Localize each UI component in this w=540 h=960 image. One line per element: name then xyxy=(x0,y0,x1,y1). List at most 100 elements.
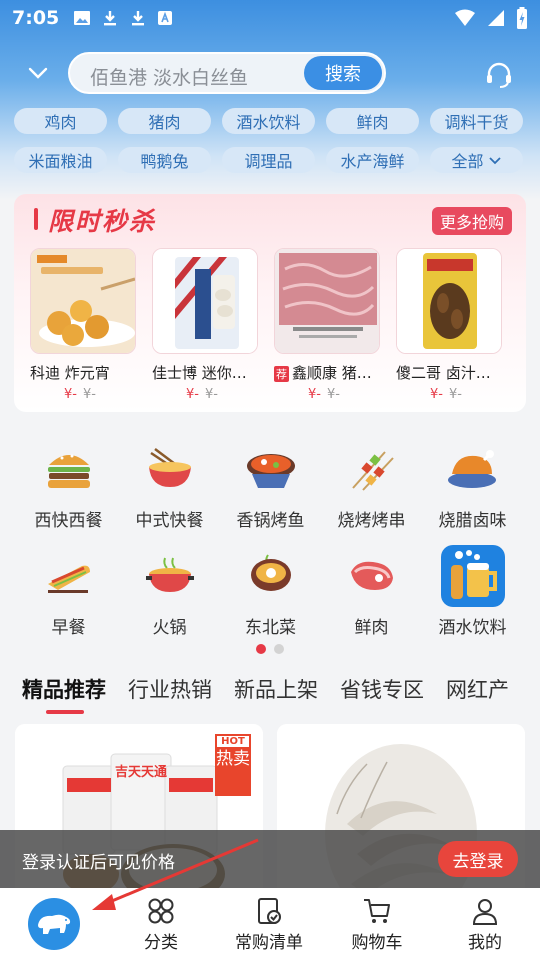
tab-recommended[interactable]: 精品推荐 xyxy=(22,674,106,714)
hot-sale-badge: HOT 热卖 xyxy=(215,734,251,796)
tab-industry-hot[interactable]: 行业热销 xyxy=(128,674,212,704)
category-label: 早餐 xyxy=(51,618,86,638)
search-row: 佰鱼港 淡水白丝鱼 搜索 xyxy=(0,52,540,94)
login-button[interactable]: 去登录 xyxy=(438,841,518,877)
page-indicator xyxy=(256,644,284,654)
product-old-price: ¥- xyxy=(82,387,96,402)
flash-product[interactable]: 科迪 炸元宵 ¥- ¥- xyxy=(30,248,136,402)
product-image-pork xyxy=(274,248,380,354)
tab-trending[interactable]: 网红产 xyxy=(446,674,509,704)
login-prompt-text: 登录认证后可见价格 xyxy=(22,853,175,873)
category-fresh-meat[interactable]: 鲜肉 xyxy=(321,545,422,638)
flash-product[interactable]: 傻二哥 卤汁… ¥- ¥- xyxy=(396,248,502,402)
polar-bear-icon xyxy=(38,914,71,934)
roast-chicken-icon xyxy=(447,450,496,488)
nav-cart[interactable]: 购物车 xyxy=(332,896,422,953)
product-old-price: ¥- xyxy=(204,387,218,402)
customer-service-icon[interactable] xyxy=(484,60,514,90)
flash-sale-section: 限时秒杀 更多抢购 科迪 炸元宵 ¥- ¥- 佳士博 迷你… ¥- ¥- 荐 鑫… xyxy=(14,194,526,412)
product-image-braised-snack xyxy=(396,248,502,354)
signal-icon xyxy=(488,10,504,26)
flash-product[interactable]: 佳士博 迷你… ¥- ¥- xyxy=(152,248,258,402)
chevron-down-icon[interactable] xyxy=(26,61,50,85)
chip-fresh-meat[interactable]: 鲜肉 xyxy=(326,108,419,134)
home-button[interactable] xyxy=(28,898,80,950)
product-old-price: ¥- xyxy=(326,387,340,402)
category-grid: 西快西餐 中式快餐 香锅烤鱼 烧烤烤串 烧腊卤味 早餐 火锅 东北菜 鲜肉 酒水… xyxy=(18,438,524,638)
category-western-fastfood[interactable]: 西快西餐 xyxy=(18,438,119,531)
chip-poultry[interactable]: 鸭鹅兔 xyxy=(118,147,211,173)
recommend-tag: 荐 xyxy=(274,365,289,382)
category-hotpot[interactable]: 火锅 xyxy=(119,545,220,638)
category-label: 鲜肉 xyxy=(354,618,389,638)
chip-all[interactable]: 全部 xyxy=(430,147,523,173)
category-roast-braised[interactable]: 烧腊卤味 xyxy=(422,438,523,531)
product-price: ¥- xyxy=(64,387,77,402)
category-bbq-skewers[interactable]: 烧烤烤串 xyxy=(321,438,422,531)
stew-pot-icon xyxy=(250,554,291,591)
wifi-icon xyxy=(455,9,475,26)
grid-category-icon xyxy=(148,898,174,924)
category-breakfast[interactable]: 早餐 xyxy=(18,545,119,638)
burger-icon xyxy=(47,454,90,488)
page-dot-active xyxy=(256,644,266,654)
category-label: 烧腊卤味 xyxy=(438,511,507,531)
category-label: 烧烤烤串 xyxy=(337,511,406,531)
chevron-down-icon xyxy=(488,157,501,165)
more-deals-button[interactable]: 更多抢购 xyxy=(431,207,512,235)
tab-savings[interactable]: 省钱专区 xyxy=(340,674,424,704)
flash-sale-accent xyxy=(34,208,38,230)
feed-tabs: 精品推荐 行业热销 新品上架 省钱专区 网红产 xyxy=(22,674,509,714)
chip-pork[interactable]: 猪肉 xyxy=(118,108,211,134)
nav-frequent-list[interactable]: 常购清单 xyxy=(224,896,314,953)
product-name: 佳士博 迷你… xyxy=(152,364,247,382)
category-label: 香锅烤鱼 xyxy=(236,511,305,531)
flash-product[interactable]: 荐鑫顺康 猪… ¥- ¥- xyxy=(274,248,380,402)
nav-profile[interactable]: 我的 xyxy=(440,896,530,953)
hot-badge-en: HOT xyxy=(217,736,249,747)
status-bar: 7:05 xyxy=(0,0,540,36)
app-notification-icon xyxy=(158,11,173,25)
user-icon xyxy=(472,899,498,925)
product-name-text: 鑫顺康 猪… xyxy=(292,364,372,382)
status-time: 7:05 xyxy=(12,7,60,29)
category-label: 东北菜 xyxy=(245,618,296,638)
category-chinese-fastfood[interactable]: 中式快餐 xyxy=(119,438,220,531)
tab-new-arrivals[interactable]: 新品上架 xyxy=(234,674,318,704)
skewer-icon xyxy=(351,451,394,491)
chip-grain-oil[interactable]: 米面粮油 xyxy=(14,147,107,173)
sandwich-icon xyxy=(47,565,90,593)
nav-label: 分类 xyxy=(144,933,178,953)
noodle-bowl-icon xyxy=(148,448,191,487)
product-name: 傻二哥 卤汁… xyxy=(396,364,491,382)
product-price: ¥- xyxy=(308,387,321,402)
product-image-rice-balls xyxy=(30,248,136,354)
category-label: 火锅 xyxy=(152,618,187,638)
chip-all-label: 全部 xyxy=(451,152,484,171)
chip-seasoning[interactable]: 调料干货 xyxy=(430,108,523,134)
chip-chicken[interactable]: 鸡肉 xyxy=(14,108,107,134)
bottom-navigation: 分类 常购清单 购物车 我的 xyxy=(0,888,540,960)
battery-icon xyxy=(517,7,527,29)
search-bar[interactable]: 佰鱼港 淡水白丝鱼 搜索 xyxy=(68,52,386,94)
chip-drinks[interactable]: 酒水饮料 xyxy=(222,108,315,134)
product-name: 荐鑫顺康 猪… xyxy=(274,362,380,383)
login-prompt-bar: 登录认证后可见价格 去登录 xyxy=(0,830,540,888)
chip-prepared[interactable]: 调理品 xyxy=(222,147,315,173)
category-hotpot-fish[interactable]: 香锅烤鱼 xyxy=(220,438,321,531)
chip-seafood[interactable]: 水产海鲜 xyxy=(326,147,419,173)
category-label: 中式快餐 xyxy=(135,511,204,531)
product-name: 科迪 炸元宵 xyxy=(30,364,110,382)
search-input[interactable]: 佰鱼港 淡水白丝鱼 xyxy=(90,63,290,90)
category-chips: 鸡肉 猪肉 酒水饮料 鲜肉 调料干货 米面粮油 鸭鹅兔 调理品 水产海鲜 全部 xyxy=(14,108,528,173)
category-northeast[interactable]: 东北菜 xyxy=(220,545,321,638)
flash-sale-title: 限时秒杀 xyxy=(48,207,157,236)
hot-badge-cn: 热卖 xyxy=(216,749,250,769)
meat-icon xyxy=(350,561,393,590)
search-button[interactable]: 搜索 xyxy=(304,56,382,90)
category-drinks[interactable]: 酒水饮料 xyxy=(422,545,523,638)
category-label: 酒水饮料 xyxy=(438,618,507,638)
feed-brand-label: 吉天天通 xyxy=(115,764,167,780)
nav-category[interactable]: 分类 xyxy=(116,896,206,953)
category-label: 西快西餐 xyxy=(34,511,103,531)
